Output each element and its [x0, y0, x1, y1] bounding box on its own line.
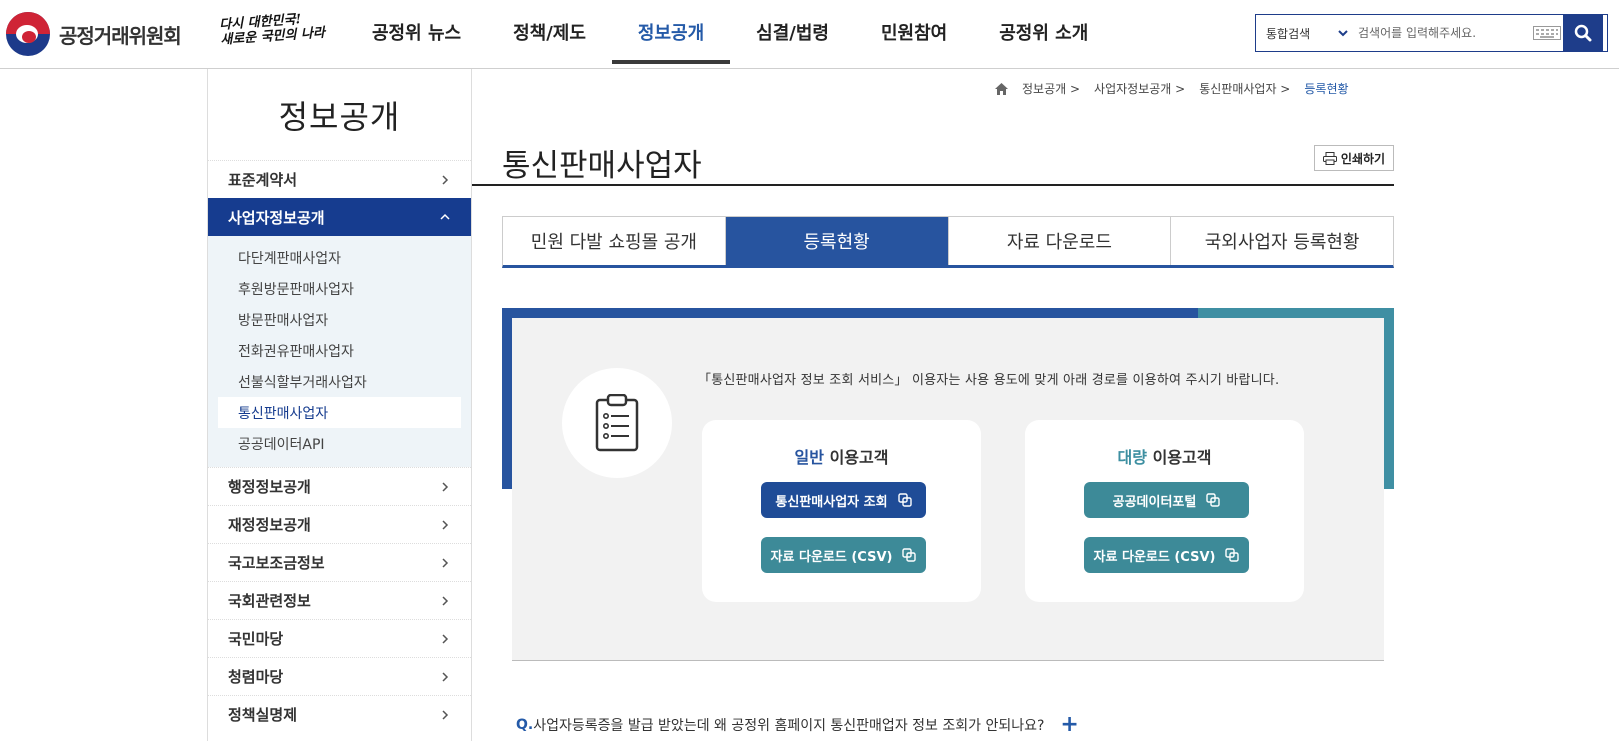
business-lookup-button[interactable]: 통신판매사업자 조회: [761, 482, 926, 518]
search-icon: [1574, 24, 1592, 42]
general-user-card: 일반 이용고객 통신판매사업자 조회 자료 다운로드 (CSV): [702, 420, 981, 602]
service-notice: 「통신판매사업자 정보 조회 서비스」 이용자는 사용 용도에 맞게 아래 경로…: [698, 373, 1280, 388]
title-divider: [472, 184, 1394, 186]
submenu-item[interactable]: 후원방문판매사업자: [218, 273, 461, 304]
sidebar-item-citizen[interactable]: 국민마당: [208, 619, 471, 657]
slogan-image: 다시 대한민국! 새로운 국민의 나라: [218, 12, 326, 48]
search-scope-select[interactable]: 통합검색: [1256, 15, 1356, 51]
nav-decisions[interactable]: 심결/법령: [730, 0, 855, 64]
nav-info-disclosure[interactable]: 정보공개: [611, 0, 731, 64]
nav-civil[interactable]: 민원참여: [855, 0, 973, 64]
nav-about[interactable]: 공정위 소개: [973, 0, 1114, 64]
sidebar-submenu: 다단계판매사업자 후원방문판매사업자 방문판매사업자 전화권유판매사업자 선불식…: [208, 236, 471, 467]
site-header: 공정거래위원회 다시 대한민국! 새로운 국민의 나라 공정위 뉴스 정책/제도…: [0, 0, 1619, 69]
print-button[interactable]: 인쇄하기: [1314, 145, 1394, 171]
chevron-right-icon: [442, 519, 449, 530]
chevron-right-icon: [442, 633, 449, 644]
card-title: 대량 이용고객: [1117, 448, 1212, 467]
tab-foreign-business[interactable]: 국외사업자 등록현황: [1171, 217, 1393, 265]
faq-q-mark: Q.: [516, 716, 534, 733]
chevron-right-icon: [442, 709, 449, 720]
csv-download-button[interactable]: 자료 다운로드 (CSV): [761, 537, 926, 573]
nav-news[interactable]: 공정위 뉴스: [346, 0, 487, 64]
sidebar-item-integrity[interactable]: 청렴마당: [208, 657, 471, 695]
chevron-right-icon: [442, 595, 449, 606]
sidebar-item-finance-info[interactable]: 재정정보공개: [208, 505, 471, 543]
card-title: 일반 이용고객: [794, 448, 889, 467]
search-button[interactable]: [1563, 14, 1603, 52]
copy-icon: [1225, 548, 1240, 562]
sidebar-item-admin-info[interactable]: 행정정보공개: [208, 467, 471, 505]
breadcrumb-item[interactable]: 정보공개 >: [1022, 80, 1080, 97]
copy-icon: [897, 493, 912, 507]
faq-item[interactable]: Q. 사업자등록증을 발급 받았는데 왜 공정위 홈페이지 통신판매업자 정보 …: [516, 712, 1079, 737]
chevron-down-icon: [1338, 29, 1348, 36]
bulk-user-card: 대량 이용고객 공공데이터포털 자료 다운로드 (CSV): [1025, 420, 1304, 602]
breadcrumb-item[interactable]: 통신판매사업자 >: [1199, 80, 1290, 97]
content-tabs: 민원 다발 쇼핑몰 공개 등록현황 자료 다운로드 국외사업자 등록현황: [502, 216, 1394, 268]
breadcrumb-item[interactable]: 사업자정보공개 >: [1094, 80, 1185, 97]
csv-download-button[interactable]: 자료 다운로드 (CSV): [1084, 537, 1249, 573]
chevron-right-icon: [442, 174, 449, 185]
sidebar-item-business-info[interactable]: 사업자정보공개: [208, 198, 471, 236]
sidebar-item-assembly-info[interactable]: 국회관련정보: [208, 581, 471, 619]
logo-text: 공정거래위원회: [59, 23, 182, 48]
chevron-up-icon: [440, 213, 450, 220]
public-data-portal-button[interactable]: 공공데이터포털: [1084, 482, 1249, 518]
submenu-item[interactable]: 공공데이터API: [218, 428, 461, 459]
sidebar-item-subsidy-info[interactable]: 국고보조금정보: [208, 543, 471, 581]
tab-complaint-malls[interactable]: 민원 다발 쇼핑몰 공개: [503, 217, 726, 265]
sidebar-item-policy-name[interactable]: 정책실명제: [208, 695, 471, 733]
page-title: 통신판매사업자: [502, 148, 702, 184]
copy-icon: [1206, 493, 1221, 507]
site-logo[interactable]: 공정거래위원회: [6, 12, 182, 56]
submenu-item[interactable]: 선불식할부거래사업자: [218, 366, 461, 397]
main-nav: 공정위 뉴스 정책/제도 정보공개 심결/법령 민원참여 공정위 소개: [346, 0, 1114, 68]
submenu-item[interactable]: 방문판매사업자: [218, 304, 461, 335]
chevron-right-icon: [442, 671, 449, 682]
breadcrumb: 정보공개 > 사업자정보공개 > 통신판매사업자 > 등록현황: [995, 80, 1349, 97]
nav-policy[interactable]: 정책/제도: [487, 0, 612, 64]
submenu-item[interactable]: 다단계판매사업자: [218, 242, 461, 273]
printer-icon: [1322, 151, 1337, 165]
tab-data-download[interactable]: 자료 다운로드: [949, 217, 1172, 265]
clipboard-icon: [562, 368, 672, 478]
search-bar: 통합검색: [1255, 14, 1608, 52]
sidebar-item-standard-contract[interactable]: 표준계약서: [208, 160, 471, 198]
virtual-keyboard-icon[interactable]: [1531, 15, 1563, 51]
search-input[interactable]: [1356, 15, 1531, 51]
submenu-item-current[interactable]: 통신판매사업자: [218, 397, 461, 428]
chevron-right-icon: [442, 481, 449, 492]
faq-question: 사업자등록증을 발급 받았는데 왜 공정위 홈페이지 통신판매업자 정보 조회가…: [533, 717, 1045, 734]
home-icon[interactable]: [995, 82, 1008, 95]
submenu-item[interactable]: 전화권유판매사업자: [218, 335, 461, 366]
expand-plus-icon[interactable]: +: [1060, 712, 1078, 737]
chevron-right-icon: [442, 557, 449, 568]
sidebar-title: 정보공개: [278, 97, 401, 136]
taegeuk-logo-icon: [6, 12, 50, 56]
copy-icon: [902, 548, 917, 562]
sidebar: 정보공개 표준계약서 사업자정보공개 다단계판매사업자 후원방문판매사업자 방문…: [207, 69, 472, 741]
breadcrumb-current: 등록현황: [1304, 82, 1349, 96]
tab-registration-status[interactable]: 등록현황: [725, 217, 949, 265]
